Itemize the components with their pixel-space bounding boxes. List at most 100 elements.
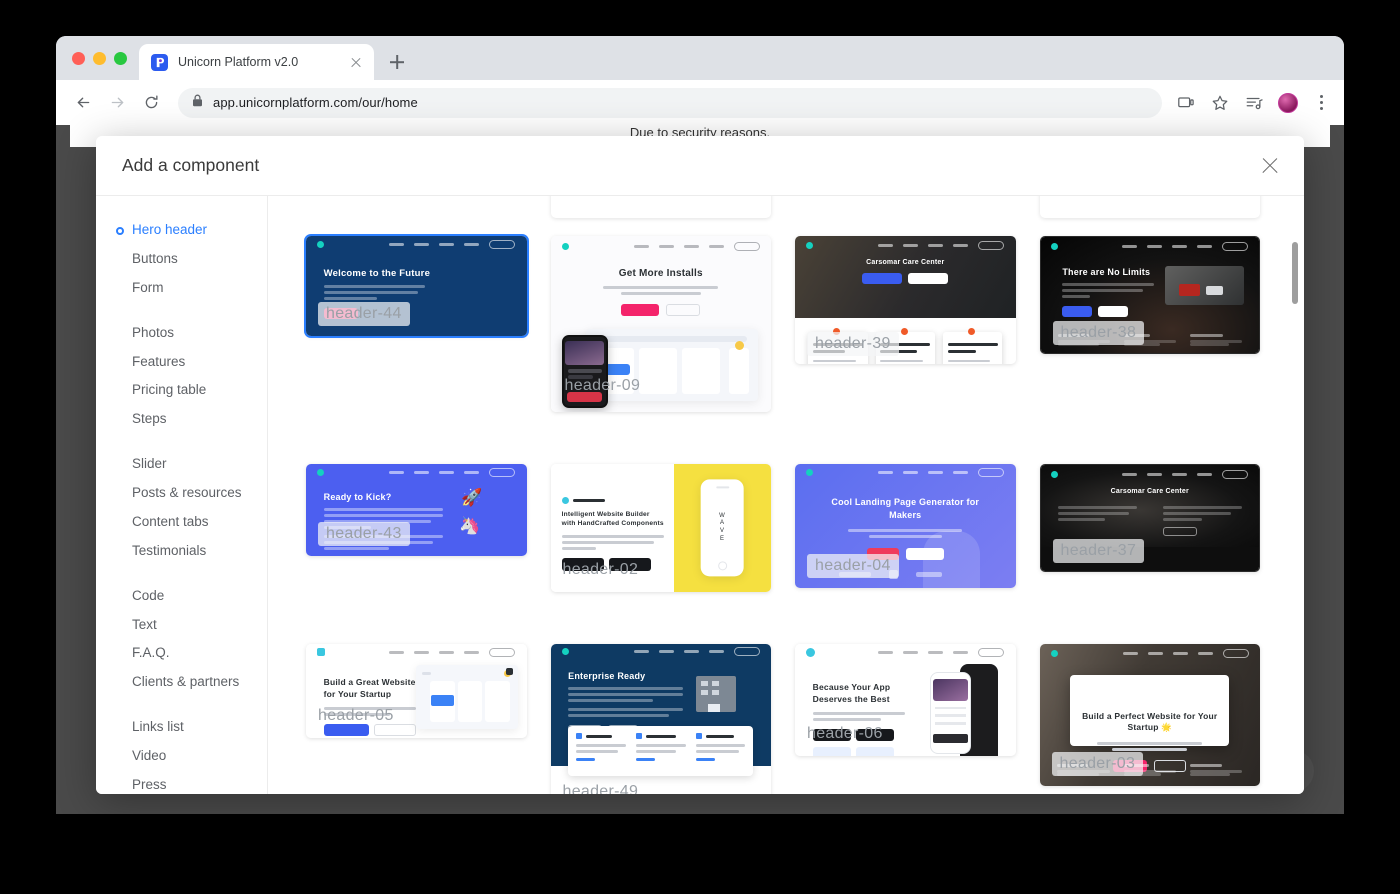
- preview-body-lines: [1062, 283, 1155, 299]
- sidebar-item-video[interactable]: Video: [96, 742, 267, 771]
- preview-navbar: [306, 464, 527, 481]
- sidebar-item-hero-header[interactable]: Hero header: [96, 216, 267, 245]
- preview-navbar: [1040, 644, 1261, 664]
- sidebar-item-label: F.A.Q.: [132, 645, 170, 661]
- sidebar-item-pricing-table[interactable]: Pricing table: [96, 376, 267, 405]
- sidebar-item-steps[interactable]: Steps: [96, 405, 267, 434]
- gallery-scrollbar[interactable]: [1292, 202, 1298, 788]
- template-card-header-39[interactable]: Carsomar Care Center header-39: [795, 236, 1016, 364]
- close-icon[interactable]: [1258, 154, 1282, 178]
- close-tab-icon[interactable]: [348, 54, 364, 70]
- gallery-cell: Enterprise Ready header-49: [550, 644, 771, 794]
- preview-feature-row: [568, 726, 754, 776]
- template-card-header-06[interactable]: Because Your App Deserves the Best heade…: [795, 644, 1016, 756]
- address-bar-url: app.unicornplatform.com/our/home: [213, 95, 418, 110]
- template-card-header-05[interactable]: Build a Great Website for Your Startup h…: [306, 644, 527, 738]
- sidebar-item-code[interactable]: Code: [96, 582, 267, 611]
- logo-icon: [317, 240, 325, 248]
- template-card-header-09[interactable]: Get More Installs header-09: [550, 236, 772, 412]
- sidebar-item-label: Form: [132, 279, 164, 295]
- template-card-header-38[interactable]: There are No Limits header-38: [1039, 236, 1260, 354]
- template-card-label: header-06: [807, 725, 883, 742]
- reading-list-icon[interactable]: [1244, 93, 1264, 113]
- template-card-header-43[interactable]: Ready to Kick? 🚀 🦄 header-43: [306, 464, 527, 556]
- gallery-cell: [795, 196, 1016, 218]
- preview-col-right: [1162, 506, 1242, 536]
- template-card-label: header-39: [807, 332, 899, 356]
- preview-body-lines: [323, 285, 434, 300]
- sidebar-item-form[interactable]: Form: [96, 274, 267, 303]
- logo-icon: [1050, 650, 1058, 658]
- sidebar-item-links-list[interactable]: Links list: [96, 713, 267, 742]
- sidebar-item-label: Photos: [132, 324, 175, 340]
- browser-menu-icon[interactable]: [1312, 95, 1330, 110]
- template-card[interactable]: [1039, 196, 1260, 218]
- preview-nav-links: [389, 467, 516, 477]
- preview-cta-row: [795, 272, 1016, 284]
- back-icon[interactable]: [68, 88, 98, 118]
- sidebar-item-faq[interactable]: F.A.Q.: [96, 639, 267, 668]
- logo-icon: [1051, 242, 1059, 250]
- template-card-header-37[interactable]: Carsomar Care Center header-37: [1039, 464, 1260, 572]
- sidebar-item-label: Slider: [132, 456, 167, 472]
- sidebar-item-text[interactable]: Text: [96, 611, 267, 640]
- preview-headline: Build a Great Website for Your Startup: [323, 676, 416, 699]
- sidebar-divider: [96, 697, 267, 713]
- preview-phone-front: [929, 672, 972, 754]
- sidebar-item-slider[interactable]: Slider: [96, 450, 267, 479]
- preview-body-lines: [561, 535, 665, 551]
- sidebar-item-clients-partners[interactable]: Clients & partners: [96, 668, 267, 697]
- sidebar-item-content-tabs[interactable]: Content tabs: [96, 508, 267, 537]
- template-card-label: header-49: [562, 783, 639, 794]
- sidebar-item-press[interactable]: Press: [96, 771, 267, 794]
- window-controls[interactable]: [66, 36, 139, 80]
- sidebar-item-testimonials[interactable]: Testimonials: [96, 537, 267, 566]
- logo-icon: [806, 241, 814, 249]
- maximize-window-button[interactable]: [114, 51, 127, 65]
- template-card-label: header-38: [1052, 321, 1145, 345]
- unicorn-favicon-icon: [151, 53, 168, 71]
- gallery-scroll-area[interactable]: Welcome to the Future header-44 Get More…: [268, 196, 1304, 794]
- preview-navbar: [551, 236, 772, 257]
- sidebar-item-label: Pricing table: [132, 382, 207, 398]
- preview-cta-row: [551, 303, 772, 316]
- template-card-header-49[interactable]: Enterprise Ready header-49: [550, 644, 771, 794]
- gallery-cell: Intelligent Website Builder with HandCra…: [550, 464, 771, 592]
- preview-video-thumb: [1165, 266, 1244, 306]
- minimize-window-button[interactable]: [93, 51, 106, 65]
- address-bar[interactable]: app.unicornplatform.com/our/home: [178, 87, 1162, 118]
- gallery-cell: Build a Great Website for Your Startup h…: [306, 644, 527, 794]
- template-card-header-44[interactable]: Welcome to the Future header-44: [304, 234, 529, 338]
- sidebar-item-photos[interactable]: Photos: [96, 319, 267, 348]
- browser-tab[interactable]: Unicorn Platform v2.0: [139, 44, 374, 80]
- close-window-button[interactable]: [72, 51, 85, 65]
- forward-icon[interactable]: [102, 88, 132, 118]
- template-preview: Carsomar Care Center: [1040, 465, 1259, 547]
- logo-icon: [561, 243, 569, 251]
- profile-avatar[interactable]: [1278, 92, 1298, 113]
- new-tab-icon[interactable]: [382, 47, 412, 77]
- preview-cta-row: [1062, 306, 1154, 318]
- template-card-label: header-09: [564, 377, 641, 394]
- bookmark-star-icon[interactable]: [1210, 93, 1230, 113]
- sidebar-divider: [96, 303, 267, 319]
- template-card-header-02[interactable]: Intelligent Website Builder with HandCra…: [550, 464, 771, 592]
- template-card-header-03[interactable]: Build a Perfect Website for Your Startup…: [1039, 644, 1261, 786]
- modal-header: Add a component: [96, 136, 1304, 196]
- preview-nav-links: [1122, 649, 1249, 659]
- tab-title: Unicorn Platform v2.0: [178, 55, 299, 69]
- reload-icon[interactable]: [136, 88, 166, 118]
- scrollbar-thumb[interactable]: [1292, 242, 1298, 304]
- cast-to-device-icon[interactable]: [1176, 93, 1196, 113]
- component-category-sidebar: Hero header Buttons Form Photos Features…: [96, 196, 268, 794]
- template-card[interactable]: [550, 196, 771, 218]
- sidebar-item-posts-resources[interactable]: Posts & resources: [96, 479, 267, 508]
- sidebar-item-features[interactable]: Features: [96, 348, 267, 377]
- preview-nav-links: [389, 239, 516, 249]
- preview-nav-links: [1122, 469, 1249, 479]
- sidebar-divider: [96, 566, 267, 582]
- preview-nav-links: [1122, 241, 1249, 251]
- sidebar-item-buttons[interactable]: Buttons: [96, 245, 267, 274]
- sidebar-item-label: Features: [132, 353, 186, 369]
- template-card-header-04[interactable]: Cool Landing Page Generator for Makers h…: [795, 464, 1016, 588]
